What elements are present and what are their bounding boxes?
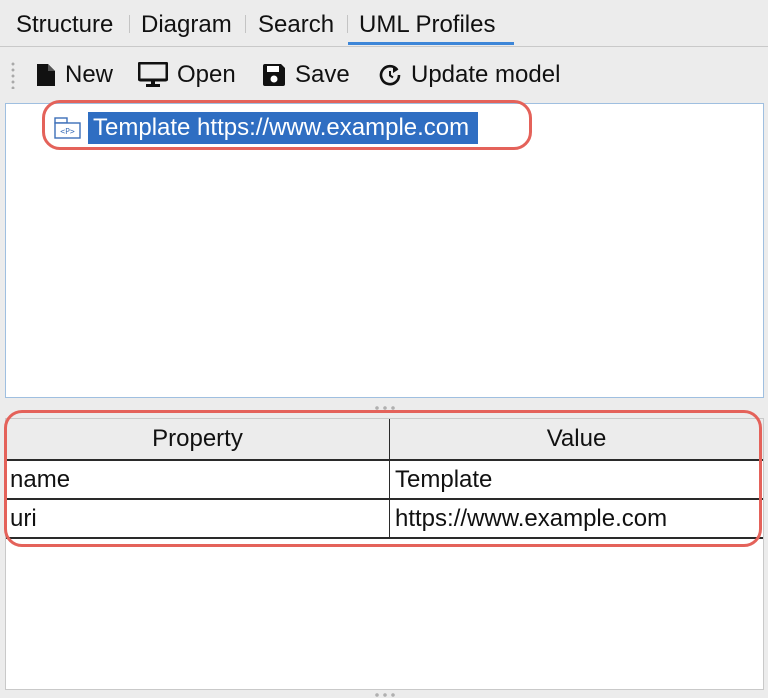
properties-panel: Property Value name Template uri https:/… — [5, 418, 764, 690]
tree-item-label: Template https://www.example.com — [88, 112, 479, 144]
new-button-label: New — [65, 61, 114, 88]
tree-item[interactable]: <P> Template https://www.example.com — [54, 112, 479, 144]
open-button-label: Open — [177, 61, 236, 88]
tab-diagram[interactable]: Diagram — [141, 10, 232, 40]
property-name-cell: uri — [6, 499, 390, 539]
tab-bar: Structure Diagram Search UML Profiles — [0, 0, 768, 47]
refresh-icon — [379, 64, 401, 86]
toolbar: New Open Save Update model — [0, 52, 768, 100]
floppy-disk-icon — [263, 64, 285, 86]
document-icon — [37, 64, 55, 86]
tab-separator — [129, 15, 130, 33]
property-value-cell[interactable]: https://www.example.com — [389, 499, 763, 539]
tab-separator — [347, 15, 348, 33]
property-value-cell[interactable]: Template — [389, 460, 763, 500]
save-button-label: Save — [295, 61, 350, 88]
update-model-button-label: Update model — [411, 61, 561, 88]
new-button[interactable]: New — [36, 60, 113, 90]
monitor-icon — [138, 62, 168, 87]
tab-search[interactable]: Search — [258, 10, 334, 40]
tab-uml-profiles[interactable]: UML Profiles — [359, 10, 495, 40]
tab-separator — [245, 15, 246, 33]
value-column-header[interactable]: Value — [389, 419, 763, 461]
splitter-handle[interactable] — [373, 405, 395, 411]
profile-tree[interactable]: <P> Template https://www.example.com — [5, 103, 764, 398]
active-tab-indicator — [348, 42, 514, 45]
table-row[interactable]: name Template — [6, 460, 763, 500]
profile-package-icon: <P> — [54, 117, 81, 139]
property-name-cell: name — [6, 460, 390, 500]
open-button[interactable]: Open — [138, 60, 236, 90]
properties-table: Property Value name Template uri https:/… — [6, 419, 763, 539]
tab-structure[interactable]: Structure — [16, 10, 113, 40]
splitter-handle[interactable] — [373, 692, 395, 698]
property-column-header[interactable]: Property — [6, 419, 390, 461]
toolbar-grip-handle[interactable] — [10, 61, 16, 89]
save-button[interactable]: Save — [262, 60, 350, 90]
table-row[interactable]: uri https://www.example.com — [6, 499, 763, 539]
svg-text:<P>: <P> — [60, 127, 75, 136]
update-model-button[interactable]: Update model — [378, 60, 560, 90]
